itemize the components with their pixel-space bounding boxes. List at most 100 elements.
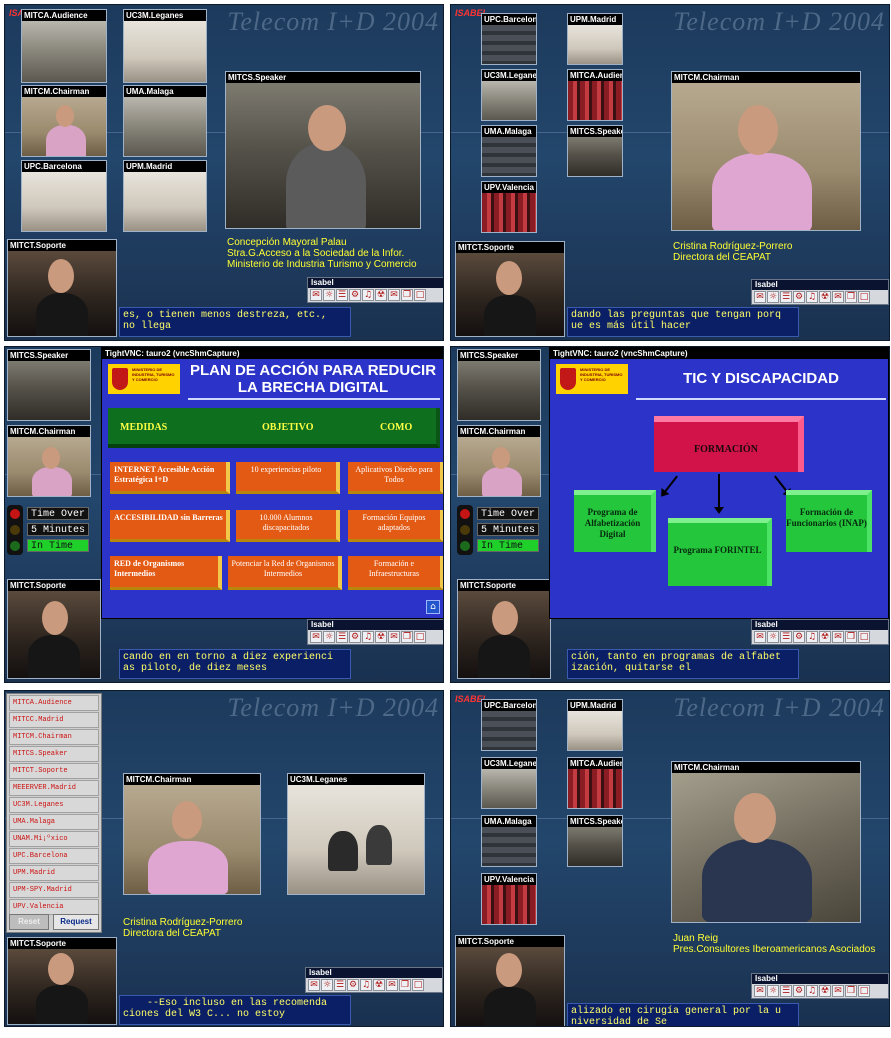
video-leganes[interactable]: UC3M.Leganes — [481, 69, 537, 121]
video-soporte[interactable]: MITCT.Soporte — [7, 937, 117, 1025]
music-icon[interactable]: ♫ — [362, 289, 374, 301]
window-icon[interactable]: ❐ — [845, 631, 857, 643]
video-soporte[interactable]: MITCT.Soporte — [455, 241, 565, 337]
video-barcelona[interactable]: UPC.Barcelona — [481, 699, 537, 751]
isabel-toolbar[interactable]: Isabel ✉ ☼ ☰ ⚙ ♫ ☢ ✉ ❐ □ — [751, 619, 889, 645]
video-speaker[interactable]: MITCS.Speaker — [225, 71, 421, 229]
gear-icon[interactable]: ⚙ — [347, 979, 359, 991]
window-icon[interactable]: ❐ — [845, 291, 857, 303]
video-chairman[interactable]: MITCM.Chairman — [671, 761, 861, 923]
video-madrid[interactable]: UPM.Madrid — [567, 699, 623, 751]
list-icon[interactable]: ☰ — [336, 631, 348, 643]
mail-icon[interactable]: ✉ — [388, 289, 400, 301]
radiation-icon[interactable]: ☢ — [819, 985, 831, 997]
video-audience[interactable]: MITCA.Audience — [567, 69, 623, 121]
window-icon[interactable]: ❐ — [401, 289, 413, 301]
mail-icon[interactable]: ✉ — [832, 631, 844, 643]
square-icon[interactable]: □ — [858, 631, 870, 643]
radiation-icon[interactable]: ☢ — [373, 979, 385, 991]
radiation-icon[interactable]: ☢ — [819, 291, 831, 303]
video-speaker[interactable]: MITCS.Speaker — [7, 349, 91, 421]
video-leganes[interactable]: UC3M.Leganes — [481, 757, 537, 809]
video-audience[interactable]: MITCA.Audience — [567, 757, 623, 809]
list-icon[interactable]: ☰ — [334, 979, 346, 991]
vnc-window[interactable]: TightVNC: tauro2 (vncShmCapture) MINISTE… — [549, 347, 889, 619]
menu-item[interactable]: UNAM.Mi¡ºxico — [9, 831, 99, 847]
sun-icon[interactable]: ☼ — [323, 631, 335, 643]
video-leganes[interactable]: UC3M.Leganes — [123, 9, 207, 83]
video-chairman[interactable]: MITCM.Chairman — [671, 71, 861, 231]
menu-item[interactable]: MITCA.Audience — [9, 695, 99, 711]
gear-icon[interactable]: ⚙ — [349, 631, 361, 643]
mail-icon[interactable]: ✉ — [754, 631, 766, 643]
square-icon[interactable]: □ — [414, 631, 426, 643]
isabel-toolbar[interactable]: Isabel ✉ ☼ ☰ ⚙ ♫ ☢ ✉ ❐ □ — [305, 967, 443, 993]
video-speaker[interactable]: MITCS.Speaker — [567, 125, 623, 177]
video-chairman[interactable]: MITCM.Chairman — [7, 425, 91, 497]
isabel-toolbar[interactable]: Isabel ✉ ☼ ☰ ⚙ ♫ ☢ ✉ ❐ □ — [751, 973, 889, 999]
window-icon[interactable]: ❐ — [845, 985, 857, 997]
list-icon[interactable]: ☰ — [780, 985, 792, 997]
gear-icon[interactable]: ⚙ — [793, 631, 805, 643]
sun-icon[interactable]: ☼ — [767, 985, 779, 997]
reset-button[interactable]: Reset — [9, 914, 49, 930]
video-barcelona[interactable]: UPC.Barcelona — [21, 160, 107, 232]
list-icon[interactable]: ☰ — [780, 631, 792, 643]
square-icon[interactable]: □ — [858, 985, 870, 997]
list-icon[interactable]: ☰ — [780, 291, 792, 303]
menu-item[interactable]: MITCC.Madrid — [9, 712, 99, 728]
mail-icon[interactable]: ✉ — [310, 631, 322, 643]
video-chairman[interactable]: MITCM.Chairman — [457, 425, 541, 497]
video-valencia[interactable]: UPV.Valencia — [481, 181, 537, 233]
mail-icon[interactable]: ✉ — [832, 291, 844, 303]
menu-item[interactable]: UC3M.Leganes — [9, 797, 99, 813]
menu-item[interactable]: MITCT.Soporte — [9, 763, 99, 779]
menu-item[interactable]: MEEERVER.Madrid — [9, 780, 99, 796]
menu-item[interactable]: UPM.Madrid — [9, 865, 99, 881]
radiation-icon[interactable]: ☢ — [375, 631, 387, 643]
menu-item[interactable]: UPV.Valencia — [9, 899, 99, 915]
sun-icon[interactable]: ☼ — [321, 979, 333, 991]
menu-item[interactable]: MITCM.Chairman — [9, 729, 99, 745]
square-icon[interactable]: □ — [858, 291, 870, 303]
mail-icon[interactable]: ✉ — [310, 289, 322, 301]
menu-item[interactable]: UMA.Malaga — [9, 814, 99, 830]
music-icon[interactable]: ♫ — [806, 291, 818, 303]
video-chairman[interactable]: MITCM.Chairman — [123, 773, 261, 895]
video-speaker[interactable]: MITCS.Speaker — [567, 815, 623, 867]
video-chairman[interactable]: MITCM.Chairman — [21, 85, 107, 157]
sun-icon[interactable]: ☼ — [767, 631, 779, 643]
video-soporte[interactable]: MITCT.Soporte — [457, 579, 551, 679]
list-icon[interactable]: ☰ — [336, 289, 348, 301]
sun-icon[interactable]: ☼ — [323, 289, 335, 301]
isabel-toolbar[interactable]: Isabel ✉ ☼ ☰ ⚙ ♫ ☢ ✉ ❐ □ — [307, 619, 443, 645]
video-malaga[interactable]: UMA.Malaga — [481, 815, 537, 867]
menu-item[interactable]: UPM-SPY.Madrid — [9, 882, 99, 898]
mail-icon[interactable]: ✉ — [386, 979, 398, 991]
video-malaga[interactable]: UMA.Malaga — [481, 125, 537, 177]
radiation-icon[interactable]: ☢ — [375, 289, 387, 301]
window-icon[interactable]: ❐ — [399, 979, 411, 991]
home-icon[interactable]: ⌂ — [426, 600, 440, 614]
square-icon[interactable]: □ — [412, 979, 424, 991]
menu-item[interactable]: MITCS.Speaker — [9, 746, 99, 762]
mail-icon[interactable]: ✉ — [754, 291, 766, 303]
isabel-toolbar[interactable]: Isabel ✉ ☼ ☰ ⚙ ♫ ☢ ✉ ❐ □ — [307, 277, 443, 303]
radiation-icon[interactable]: ☢ — [819, 631, 831, 643]
music-icon[interactable]: ♫ — [806, 985, 818, 997]
video-soporte[interactable]: MITCT.Soporte — [455, 935, 565, 1026]
video-valencia[interactable]: UPV.Valencia — [481, 873, 537, 925]
video-malaga[interactable]: UMA.Malaga — [123, 85, 207, 157]
mail-icon[interactable]: ✉ — [308, 979, 320, 991]
request-button[interactable]: Request — [53, 914, 99, 930]
mail-icon[interactable]: ✉ — [388, 631, 400, 643]
vnc-window[interactable]: TightVNC: tauro2 (vncShmCapture) MINISTE… — [101, 347, 443, 619]
gear-icon[interactable]: ⚙ — [793, 985, 805, 997]
video-soporte[interactable]: MITCT.Soporte — [7, 239, 117, 337]
music-icon[interactable]: ♫ — [806, 631, 818, 643]
video-soporte[interactable]: MITCT.Soporte — [7, 579, 101, 679]
video-barcelona[interactable]: UPC.Barcelona — [481, 13, 537, 65]
video-madrid[interactable]: UPM.Madrid — [567, 13, 623, 65]
isabel-toolbar[interactable]: Isabel ✉ ☼ ☰ ⚙ ♫ ☢ ✉ ❐ □ — [751, 279, 889, 305]
music-icon[interactable]: ♫ — [360, 979, 372, 991]
